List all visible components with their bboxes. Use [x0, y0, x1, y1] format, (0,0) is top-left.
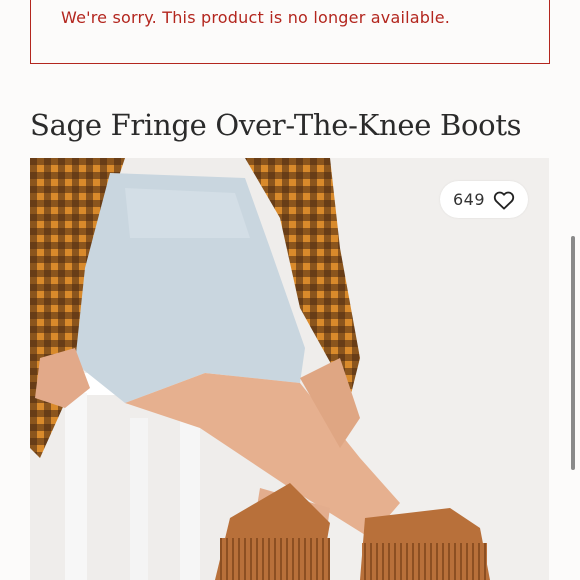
unavailable-alert: We're sorry. This product is no longer a…: [30, 0, 550, 64]
product-title: Sage Fringe Over-The-Knee Boots: [30, 108, 522, 142]
scrollbar[interactable]: [571, 236, 575, 470]
likes-button[interactable]: 649: [440, 181, 528, 218]
unavailable-message: We're sorry. This product is no longer a…: [61, 8, 451, 27]
product-photo[interactable]: [30, 158, 549, 580]
likes-count: 649: [452, 190, 486, 209]
heart-outline-icon: [493, 190, 515, 210]
